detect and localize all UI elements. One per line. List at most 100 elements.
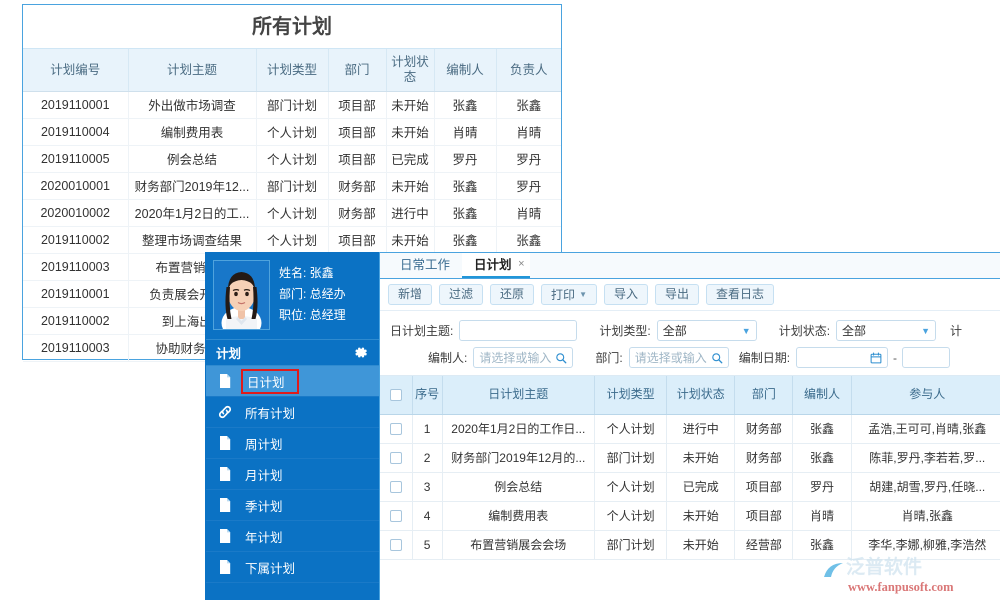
row-status: 未开始: [667, 501, 735, 530]
table-cell: 2019110002: [23, 307, 128, 334]
row-checkbox[interactable]: [390, 423, 402, 435]
row-checkbox[interactable]: [390, 452, 402, 464]
subject-filter-input[interactable]: [459, 320, 577, 341]
dept-filter-input[interactable]: 请选择或输入: [629, 347, 729, 368]
sidebar-item-6[interactable]: 下属计划: [206, 552, 379, 583]
toolbar-button-2[interactable]: 还原: [490, 284, 534, 305]
table-cell: 2019110004: [23, 118, 128, 145]
table-cell: 未开始: [386, 226, 434, 253]
table-cell: 2020010001: [23, 172, 128, 199]
search-icon[interactable]: [555, 352, 567, 364]
row-checkbox[interactable]: [390, 510, 402, 522]
row-participants: 孟浩,王可可,肖晴,张鑫: [851, 414, 1000, 443]
row-subject[interactable]: 2020年1月2日的工作日...: [442, 414, 594, 443]
filter-row-2: 编制人: 请选择或输入 部门: 请选择或输入: [380, 344, 1000, 371]
row-subject[interactable]: 布置营销展会会场: [442, 530, 594, 559]
table-cell: 罗丹: [434, 145, 496, 172]
table-row[interactable]: 12020年1月2日的工作日...个人计划进行中财务部张鑫孟浩,王可可,肖晴,张…: [380, 414, 1000, 443]
table-row[interactable]: 20200100022020年1月2日的工...个人计划财务部进行中张鑫肖晴: [23, 199, 561, 226]
row-checkbox-cell[interactable]: [380, 530, 412, 559]
chevron-down-icon: ▼: [742, 326, 751, 336]
tab-0[interactable]: 日常工作: [388, 253, 462, 278]
sidebar-item-0[interactable]: 日计划: [206, 366, 379, 397]
toolbar-button-6[interactable]: 查看日志: [706, 284, 774, 305]
table-cell: 财务部: [328, 172, 386, 199]
toolbar-button-1[interactable]: 过滤: [439, 284, 483, 305]
sidebar-item-5[interactable]: 年计划: [206, 521, 379, 552]
calendar-icon[interactable]: [870, 352, 882, 364]
all-plans-col-4: 计划状态: [386, 49, 434, 91]
table-row[interactable]: 2019110002整理市场调查结果个人计划项目部未开始张鑫张鑫: [23, 226, 561, 253]
day-plan-grid: 序号日计划主题计划类型计划状态部门编制人参与人 12020年1月2日的工作日..…: [380, 376, 1000, 560]
table-cell: 张鑫: [434, 199, 496, 226]
sidebar-item-label: 季计划: [241, 494, 287, 517]
table-cell: 肖晴: [496, 118, 561, 145]
row-checkbox-cell[interactable]: [380, 472, 412, 501]
filter-row-1: 日计划主题: 计划类型: 全部 ▼ 计划状态: 全部: [380, 317, 1000, 344]
table-cell: 2019110003: [23, 334, 128, 361]
row-checkbox-cell[interactable]: [380, 501, 412, 530]
date-to-input[interactable]: [902, 347, 950, 368]
table-row[interactable]: 2财务部门2019年12月的...部门计划未开始财务部张鑫陈菲,罗丹,李若若,罗…: [380, 443, 1000, 472]
search-icon[interactable]: [711, 352, 723, 364]
sidebar-item-4[interactable]: 季计划: [206, 490, 379, 521]
toolbar-button-0[interactable]: 新增: [388, 284, 432, 305]
table-row[interactable]: 4编制费用表个人计划未开始项目部肖晴肖晴,张鑫: [380, 501, 1000, 530]
type-filter-select[interactable]: 全部 ▼: [657, 320, 757, 341]
sidebar: 姓名: 张鑫 部门: 总经办 职位: 总经理 计划 日计划所有计划周计划月计划季…: [205, 252, 380, 600]
table-row[interactable]: 2019110005例会总结个人计划项目部已完成罗丹罗丹: [23, 145, 561, 172]
toolbar-button-3[interactable]: 打印▼: [541, 284, 597, 305]
sidebar-item-1[interactable]: 所有计划: [206, 397, 379, 428]
sidebar-item-label: 日计划: [241, 369, 299, 394]
table-row[interactable]: 5布置营销展会会场部门计划未开始经营部张鑫李华,李娜,柳雅,李浩然: [380, 530, 1000, 559]
table-cell: 个人计划: [256, 199, 328, 226]
row-checkbox-cell[interactable]: [380, 414, 412, 443]
chevron-down-icon: ▼: [921, 326, 930, 336]
table-cell: 项目部: [328, 118, 386, 145]
row-index: 4: [412, 501, 442, 530]
status-filter-select[interactable]: 全部 ▼: [836, 320, 936, 341]
row-checkbox[interactable]: [390, 481, 402, 493]
row-status: 进行中: [667, 414, 735, 443]
row-subject[interactable]: 例会总结: [442, 472, 594, 501]
table-cell: 财务部门2019年12...: [128, 172, 256, 199]
row-dept: 财务部: [735, 414, 793, 443]
toolbar-button-5[interactable]: 导出: [655, 284, 699, 305]
date-from-input[interactable]: [796, 347, 888, 368]
sidebar-item-2[interactable]: 周计划: [206, 428, 379, 459]
table-cell: 未开始: [386, 91, 434, 118]
gear-icon[interactable]: [355, 346, 368, 359]
profile-info: 姓名: 张鑫 部门: 总经办 职位: 总经理: [279, 260, 346, 326]
table-row[interactable]: 3例会总结个人计划已完成项目部罗丹胡建,胡雪,罗丹,任晓...: [380, 472, 1000, 501]
select-all-checkbox[interactable]: [390, 389, 402, 401]
tab-1[interactable]: 日计划 ×: [462, 253, 530, 278]
close-icon[interactable]: ×: [518, 252, 524, 277]
row-subject[interactable]: 编制费用表: [442, 501, 594, 530]
sidebar-item-3[interactable]: 月计划: [206, 459, 379, 490]
row-status: 未开始: [667, 443, 735, 472]
row-index: 5: [412, 530, 442, 559]
file-icon: [218, 559, 232, 575]
grid-col-6: 编制人: [793, 376, 851, 414]
row-checkbox[interactable]: [390, 539, 402, 551]
row-checkbox-cell[interactable]: [380, 443, 412, 472]
chevron-down-icon: ▼: [579, 285, 587, 304]
tab-label: 日计划: [474, 258, 512, 272]
table-row[interactable]: 2019110001外出做市场调查部门计划项目部未开始张鑫张鑫: [23, 91, 561, 118]
grid-col-1: 序号: [412, 376, 442, 414]
grid-col-0[interactable]: [380, 376, 412, 414]
row-subject[interactable]: 财务部门2019年12月的...: [442, 443, 594, 472]
row-author: 张鑫: [793, 443, 851, 472]
profile-department: 部门: 总经办: [279, 284, 346, 305]
author-filter-input[interactable]: 请选择或输入: [473, 347, 573, 368]
toolbar-button-label: 查看日志: [716, 287, 764, 301]
table-cell: 项目部: [328, 145, 386, 172]
toolbar-button-label: 还原: [500, 287, 524, 301]
table-row[interactable]: 2020010001财务部门2019年12...部门计划财务部未开始张鑫罗丹: [23, 172, 561, 199]
grid-col-7: 参与人: [851, 376, 1000, 414]
row-dept: 项目部: [735, 501, 793, 530]
toolbar-button-4[interactable]: 导入: [604, 284, 648, 305]
table-row[interactable]: 2019110004编制费用表个人计划项目部未开始肖晴肖晴: [23, 118, 561, 145]
screen-root: 所有计划 计划编号计划主题计划类型部门计划状态编制人负责人 2019110001…: [0, 0, 1000, 600]
table-cell: 2020年1月2日的工...: [128, 199, 256, 226]
